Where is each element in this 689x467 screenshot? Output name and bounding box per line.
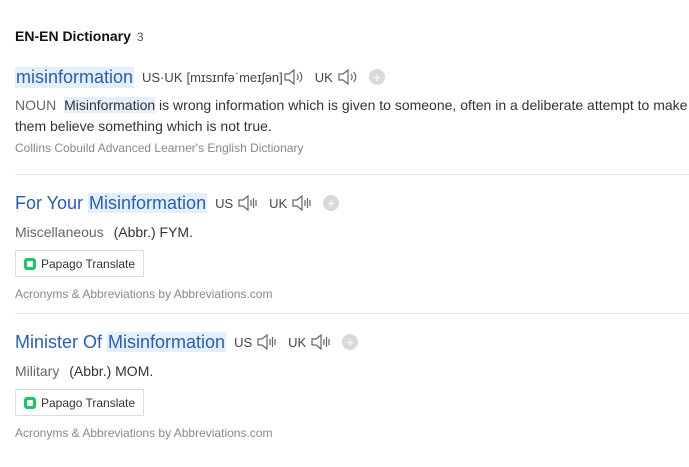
headword-prefix: For Your xyxy=(15,192,89,213)
headword-prefix: Minister Of xyxy=(15,331,108,352)
papago-label: Papago Translate xyxy=(41,256,136,271)
headword-link[interactable]: Minister Of Misinformation xyxy=(15,331,227,353)
headword-link[interactable]: For Your Misinformation xyxy=(15,192,208,214)
speaker-icon[interactable] xyxy=(310,333,332,351)
divider xyxy=(15,313,689,314)
entry-abbreviation: (Abbr.) MOM. xyxy=(69,363,154,379)
add-icon[interactable]: + xyxy=(368,69,385,85)
uk-label: UK xyxy=(314,69,333,85)
speaker-icon[interactable] xyxy=(237,194,259,212)
add-icon[interactable]: + xyxy=(342,334,359,350)
entry-headline: misinformation US·UK [mɪsɪnfəˈmeɪʃən] UK… xyxy=(15,64,689,90)
uk-label: UK xyxy=(288,334,307,350)
entry-source: Acronyms & Abbreviations by Abbreviation… xyxy=(15,426,273,440)
speaker-icon[interactable] xyxy=(337,68,359,86)
dictionary-entry: For Your Misinformation US UK + Miscella… xyxy=(15,190,689,301)
definition: NOUN Misinformation is wrong information… xyxy=(15,95,689,137)
speaker-icon[interactable] xyxy=(256,333,278,351)
headword-link[interactable]: misinformation xyxy=(15,66,135,88)
entry-source: Acronyms & Abbreviations by Abbreviation… xyxy=(15,287,273,301)
entry-source: Collins Cobuild Advanced Learner's Engli… xyxy=(15,141,304,155)
entry-category: Military xyxy=(15,363,60,379)
section-title: EN-EN Dictionary xyxy=(15,28,131,44)
pronunciation-group: US·UK [mɪsɪnfəˈmeɪʃən] UK + xyxy=(142,68,385,86)
papago-icon xyxy=(24,257,36,270)
speaker-icon[interactable] xyxy=(283,68,305,86)
speaker-icon[interactable] xyxy=(291,194,313,212)
papago-translate-button[interactable]: Papago Translate xyxy=(15,250,145,277)
divider xyxy=(15,174,689,175)
dictionary-entry: misinformation US·UK [mɪsɪnfəˈmeɪʃən] UK… xyxy=(15,64,689,155)
dictionary-entry: Minister Of Misinformation US UK + Milit… xyxy=(15,329,689,440)
entry-abbreviation: (Abbr.) FYM. xyxy=(113,224,193,240)
add-icon[interactable]: + xyxy=(323,195,340,211)
papago-label: Papago Translate xyxy=(41,395,136,410)
papago-icon xyxy=(24,396,36,409)
pronunciation-group: US UK + xyxy=(215,194,340,212)
pronunciation-group: US UK + xyxy=(234,333,359,351)
section-header: EN-EN Dictionary 3 xyxy=(15,28,144,44)
definition-highlight: Misinformation xyxy=(64,97,156,113)
papago-translate-button[interactable]: Papago Translate xyxy=(15,389,145,416)
headword-highlight: Misinformation xyxy=(88,192,208,213)
part-of-speech: NOUN xyxy=(15,97,57,113)
uk-label: UK xyxy=(269,195,288,211)
result-count: 3 xyxy=(136,30,144,44)
entry-headline: Minister Of Misinformation US UK + xyxy=(15,329,689,355)
entry-headline: For Your Misinformation US UK + xyxy=(15,190,689,216)
entry-meta: Military (Abbr.) MOM. xyxy=(15,363,689,379)
pronunciation-text: [mɪsɪnfəˈmeɪʃən] xyxy=(186,69,283,85)
entry-category: Miscellaneous xyxy=(15,224,104,240)
us-label: US xyxy=(215,195,234,211)
us-label: US xyxy=(234,334,253,350)
headword-highlight: Misinformation xyxy=(107,331,227,352)
entry-meta: Miscellaneous (Abbr.) FYM. xyxy=(15,224,689,240)
us-uk-label: US·UK xyxy=(142,69,183,85)
